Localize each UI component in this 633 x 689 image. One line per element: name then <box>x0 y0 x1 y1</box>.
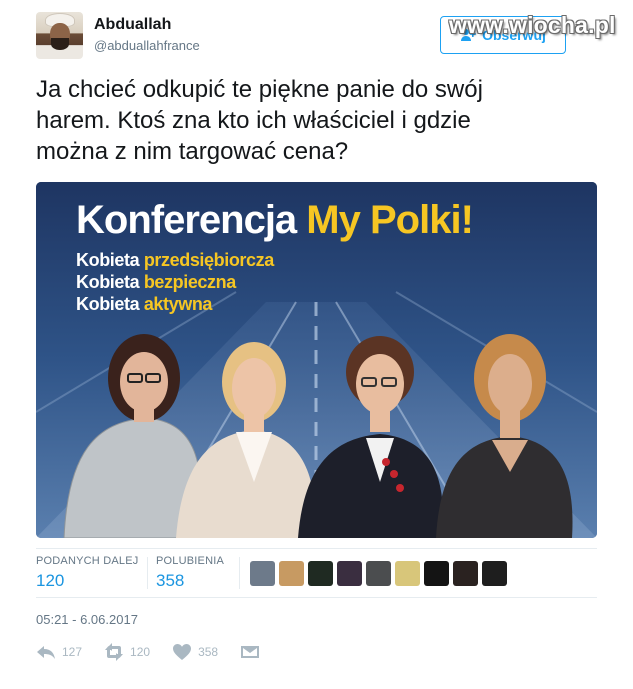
avatar-beard <box>51 38 69 50</box>
retweets-label: PODANYCH DALEJ <box>36 555 139 567</box>
tweet-text-line: harem. Ktoś zna kto ich właściciel i gdz… <box>36 107 471 134</box>
like-count: 358 <box>198 645 219 659</box>
media-subtitle-white: Kobieta <box>76 272 144 292</box>
user-name[interactable]: Abduallah <box>94 16 171 34</box>
liker-avatar[interactable] <box>337 561 362 586</box>
media-title-white: Konferencja <box>76 198 307 242</box>
liker-avatar[interactable] <box>250 561 275 586</box>
reply-icon <box>37 646 55 659</box>
retweets-value: 120 <box>36 571 65 590</box>
tweet-media-image[interactable]: Konferencja My Polki! Kobieta przedsiębi… <box>36 182 597 538</box>
liker-avatar[interactable] <box>453 561 478 586</box>
heart-icon <box>173 644 192 660</box>
reply-button[interactable]: 127 <box>36 643 82 661</box>
likers-avatars <box>250 561 507 586</box>
liker-avatar[interactable] <box>395 561 420 586</box>
likes-label: POLUBIENIA <box>156 555 225 567</box>
watermark: www.wiocha.pl <box>449 12 616 38</box>
tweet-actions: 127 120 358 <box>36 640 282 664</box>
retweet-icon <box>105 643 124 661</box>
stats-divider <box>239 557 240 589</box>
liker-avatar[interactable] <box>308 561 333 586</box>
stats-divider <box>147 557 148 589</box>
media-title: Konferencja My Polki! <box>76 198 474 243</box>
retweet-button[interactable]: 120 <box>104 643 150 661</box>
media-subtitle-white: Kobieta <box>76 250 144 270</box>
like-button[interactable]: 358 <box>172 643 218 661</box>
likes-stat[interactable]: POLUBIENIA 358 <box>156 555 224 591</box>
media-subtitle-highlight: bezpieczna <box>143 272 236 292</box>
liker-avatar[interactable] <box>482 561 507 586</box>
media-title-highlight: My Polki! <box>306 198 474 242</box>
likes-value: 358 <box>156 571 185 590</box>
tweet-text-line: Ja chcieć odkupić te piękne panie do swó… <box>36 76 483 103</box>
user-handle[interactable]: @abduallahfrance <box>94 38 200 53</box>
liker-avatar[interactable] <box>424 561 449 586</box>
media-subtitle: Kobieta bezpieczna <box>76 272 236 293</box>
envelope-icon <box>241 646 260 658</box>
tweet-timestamp[interactable]: 05:21 - 6.06.2017 <box>36 612 138 627</box>
tweet-text-line: można z nim targować cena? <box>36 138 349 165</box>
liker-avatar[interactable] <box>279 561 304 586</box>
retweet-count: 120 <box>130 645 151 659</box>
avatar[interactable] <box>36 12 83 59</box>
tweet-text: Ja chcieć odkupić te piękne panie do swó… <box>36 74 596 167</box>
direct-message-button[interactable] <box>240 643 260 661</box>
media-subtitle: Kobieta przedsiębiorcza <box>76 250 274 271</box>
liker-avatar[interactable] <box>366 561 391 586</box>
media-subtitle-highlight: aktywna <box>143 294 213 314</box>
retweets-stat[interactable]: PODANYCH DALEJ 120 <box>36 555 138 591</box>
media-subtitle-white: Kobieta <box>76 294 144 314</box>
tweet-stats: PODANYCH DALEJ 120 POLUBIENIA 358 <box>36 548 597 598</box>
reply-count: 127 <box>62 645 83 659</box>
media-subtitle-highlight: przedsiębiorcza <box>143 250 274 270</box>
media-subtitle: Kobieta aktywna <box>76 294 212 315</box>
